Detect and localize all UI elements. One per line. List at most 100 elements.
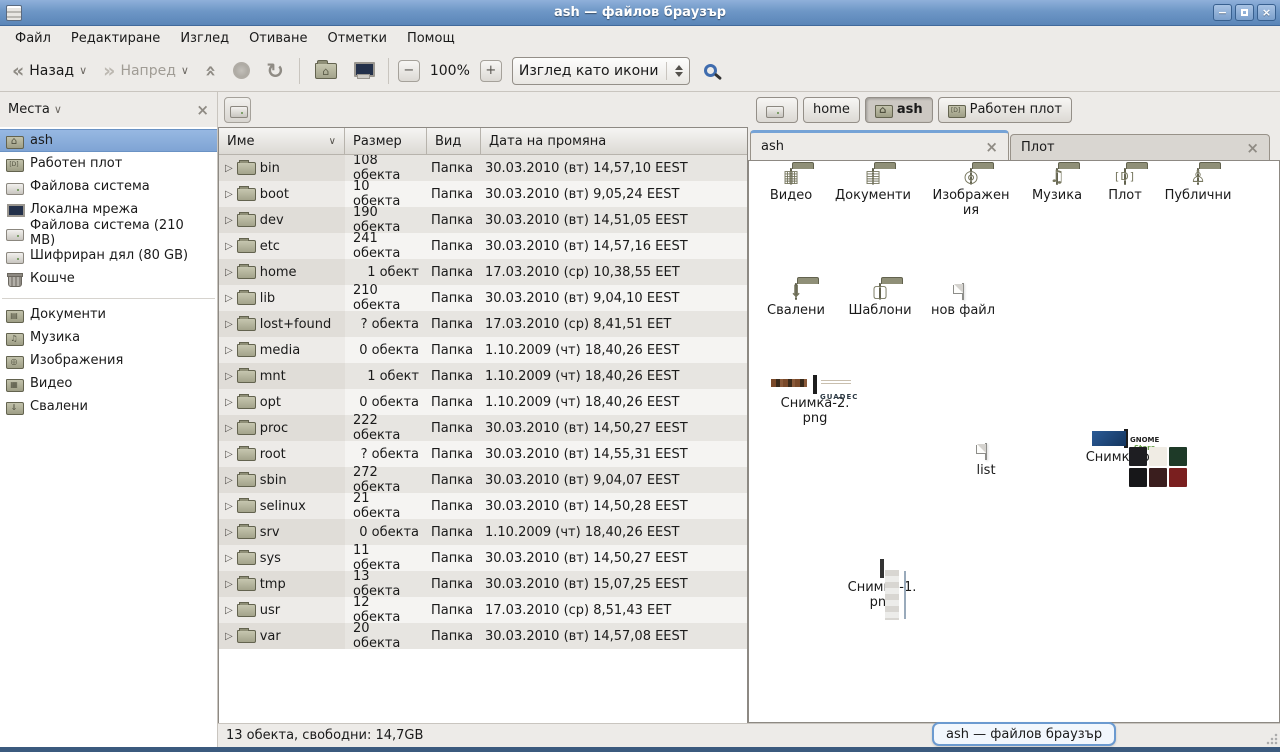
sidebar-title-dropdown[interactable]: Места ∨ — [8, 102, 62, 117]
list-item[interactable]: ▦ Видео — [749, 169, 833, 203]
sidebar-place-item[interactable]: Музика — [0, 326, 217, 349]
root-breadcrumb-button[interactable] — [224, 97, 251, 123]
expander-icon[interactable]: ▷ — [225, 319, 233, 330]
table-row[interactable]: ▷ media 0 обекта Папка 1.10.2009 (чт) 18… — [219, 337, 747, 363]
list-item[interactable]: ◎ Изображен ия — [929, 169, 1013, 218]
sidebar-close-icon[interactable]: × — [196, 101, 209, 119]
sidebar-place-item[interactable]: Кошче — [0, 267, 217, 290]
breadcrumb-button[interactable]: home — [803, 97, 860, 123]
icon-view[interactable]: ▦ Видео ▤ Документи ◎ — [748, 160, 1280, 723]
back-button[interactable]: « Назад ∨ — [6, 58, 93, 84]
tab[interactable]: Плот × — [1010, 134, 1270, 160]
list-item[interactable]: ♙ Публични — [1156, 169, 1240, 203]
expander-icon[interactable]: ▷ — [225, 527, 233, 538]
table-row[interactable]: ▷ tmp 13 обекта Папка 30.03.2010 (вт) 15… — [219, 571, 747, 597]
stop-button[interactable] — [227, 57, 256, 84]
zoom-in-button[interactable]: + — [480, 60, 502, 82]
menu-item[interactable]: Отиване — [240, 29, 316, 48]
list-item[interactable]: Снимка-1. png — [827, 561, 937, 610]
zoom-out-button[interactable]: − — [398, 60, 420, 82]
taskbar-window-button[interactable]: ash — файлов браузър — [932, 722, 1116, 746]
table-row[interactable]: ▷ usr 12 обекта Папка 17.03.2010 (ср) 8,… — [219, 597, 747, 623]
table-row[interactable]: ▷ srv 0 обекта Папка 1.10.2009 (чт) 18,4… — [219, 519, 747, 545]
list-item[interactable]: ▢ Шаблони — [838, 284, 922, 318]
table-row[interactable]: ▷ etc 241 обекта Папка 30.03.2010 (вт) 1… — [219, 233, 747, 259]
list-item[interactable]: GNOME Store Снимка.png — [1071, 431, 1181, 465]
expander-icon[interactable]: ▷ — [225, 501, 233, 512]
view-mode-select[interactable]: Изглед като икони — [512, 57, 691, 85]
expander-icon[interactable]: ▷ — [225, 475, 233, 486]
table-row[interactable]: ▷ boot 10 обекта Папка 30.03.2010 (вт) 9… — [219, 181, 747, 207]
expander-icon[interactable]: ▷ — [225, 579, 233, 590]
breadcrumb-button[interactable] — [756, 97, 798, 123]
expander-icon[interactable]: ▷ — [225, 397, 233, 408]
table-row[interactable]: ▷ dev 190 обекта Папка 30.03.2010 (вт) 1… — [219, 207, 747, 233]
tab-close-icon[interactable]: × — [1246, 139, 1259, 157]
sidebar-place-item[interactable]: Шифриран дял (80 GB) — [0, 244, 217, 267]
table-row[interactable]: ▷ home 1 обект Папка 17.03.2010 (ср) 10,… — [219, 259, 747, 285]
forward-button[interactable]: » Напред ∨ — [97, 58, 195, 84]
menu-item[interactable]: Помощ — [398, 29, 464, 48]
breadcrumb-button[interactable]: ash — [865, 97, 933, 123]
expander-icon[interactable]: ▷ — [225, 267, 233, 278]
table-row[interactable]: ▷ lib 210 обекта Папка 30.03.2010 (вт) 9… — [219, 285, 747, 311]
menu-item[interactable]: Файл — [6, 29, 60, 48]
table-row[interactable]: ▷ selinux 21 обекта Папка 30.03.2010 (вт… — [219, 493, 747, 519]
column-header-name[interactable]: Име ∨ — [219, 128, 345, 155]
up-button[interactable]: « — [199, 59, 223, 83]
expander-icon[interactable]: ▷ — [225, 631, 233, 642]
sidebar-place-item[interactable]: Свалени — [0, 395, 217, 418]
expander-icon[interactable]: ▷ — [225, 163, 233, 174]
column-header-type[interactable]: Вид — [427, 128, 481, 155]
table-row[interactable]: ▷ root ? обекта Папка 30.03.2010 (вт) 14… — [219, 441, 747, 467]
list-item[interactable]: нов файл — [921, 284, 1005, 318]
sidebar-place-item[interactable]: Документи — [0, 303, 217, 326]
sidebar-place-item[interactable]: ash — [0, 129, 217, 152]
back-dropdown-icon[interactable]: ∨ — [79, 64, 87, 77]
sidebar-place-item[interactable]: Работен плот — [0, 152, 217, 175]
list-item[interactable]: list — [944, 444, 1028, 478]
expander-icon[interactable]: ▷ — [225, 423, 233, 434]
column-header-date[interactable]: Дата на промяна — [481, 128, 747, 155]
expander-icon[interactable]: ▷ — [225, 449, 233, 460]
home-button[interactable]: ⌂ — [309, 58, 343, 84]
list-item[interactable]: ⇓ Свалени — [754, 284, 838, 318]
column-header-size[interactable]: Размер — [345, 128, 427, 155]
menu-item[interactable]: Изглед — [171, 29, 238, 48]
list-item[interactable]: [D] Плот — [1083, 169, 1167, 203]
list-item[interactable]: GUADEC Снимка-2. png — [760, 377, 870, 426]
table-row[interactable]: ▷ var 20 обекта Папка 30.03.2010 (вт) 14… — [219, 623, 747, 649]
table-row[interactable]: ▷ bin 108 обекта Папка 30.03.2010 (вт) 1… — [219, 155, 747, 181]
sidebar-place-item[interactable]: Файлова система (210 MB) — [0, 221, 217, 244]
expander-icon[interactable]: ▷ — [225, 215, 233, 226]
reload-button[interactable]: ↻ — [260, 57, 290, 85]
menu-item[interactable]: Редактиране — [62, 29, 169, 48]
sidebar-place-item[interactable]: Видео — [0, 372, 217, 395]
expander-icon[interactable]: ▷ — [225, 241, 233, 252]
search-icon[interactable] — [704, 64, 717, 77]
sidebar-place-item[interactable]: Файлова система — [0, 175, 217, 198]
table-row[interactable]: ▷ mnt 1 обект Папка 1.10.2009 (чт) 18,40… — [219, 363, 747, 389]
table-row[interactable]: ▷ opt 0 обекта Папка 1.10.2009 (чт) 18,4… — [219, 389, 747, 415]
expander-icon[interactable]: ▷ — [225, 371, 233, 382]
expander-icon[interactable]: ▷ — [225, 293, 233, 304]
expander-icon[interactable]: ▷ — [225, 189, 233, 200]
expander-icon[interactable]: ▷ — [225, 345, 233, 356]
menu-item[interactable]: Отметки — [318, 29, 395, 48]
computer-button[interactable] — [347, 57, 379, 84]
breadcrumb-button[interactable]: Работен плот — [938, 97, 1072, 123]
titlebar[interactable]: ash — файлов браузър − × — [0, 0, 1280, 26]
minimize-button[interactable]: − — [1213, 4, 1232, 21]
table-row[interactable]: ▷ sbin 272 обекта Папка 30.03.2010 (вт) … — [219, 467, 747, 493]
list-item[interactable]: ▤ Документи — [831, 169, 915, 203]
table-row[interactable]: ▷ proc 222 обекта Папка 30.03.2010 (вт) … — [219, 415, 747, 441]
close-button[interactable]: × — [1257, 4, 1276, 21]
resize-grip[interactable] — [1266, 733, 1278, 745]
table-row[interactable]: ▷ lost+found ? обекта Папка 17.03.2010 (… — [219, 311, 747, 337]
maximize-button[interactable] — [1235, 4, 1254, 21]
expander-icon[interactable]: ▷ — [225, 605, 233, 616]
sidebar-place-item[interactable]: Изображения — [0, 349, 217, 372]
tab-close-icon[interactable]: × — [985, 138, 998, 156]
tab[interactable]: ash × — [750, 130, 1009, 160]
table-row[interactable]: ▷ sys 11 обекта Папка 30.03.2010 (вт) 14… — [219, 545, 747, 571]
